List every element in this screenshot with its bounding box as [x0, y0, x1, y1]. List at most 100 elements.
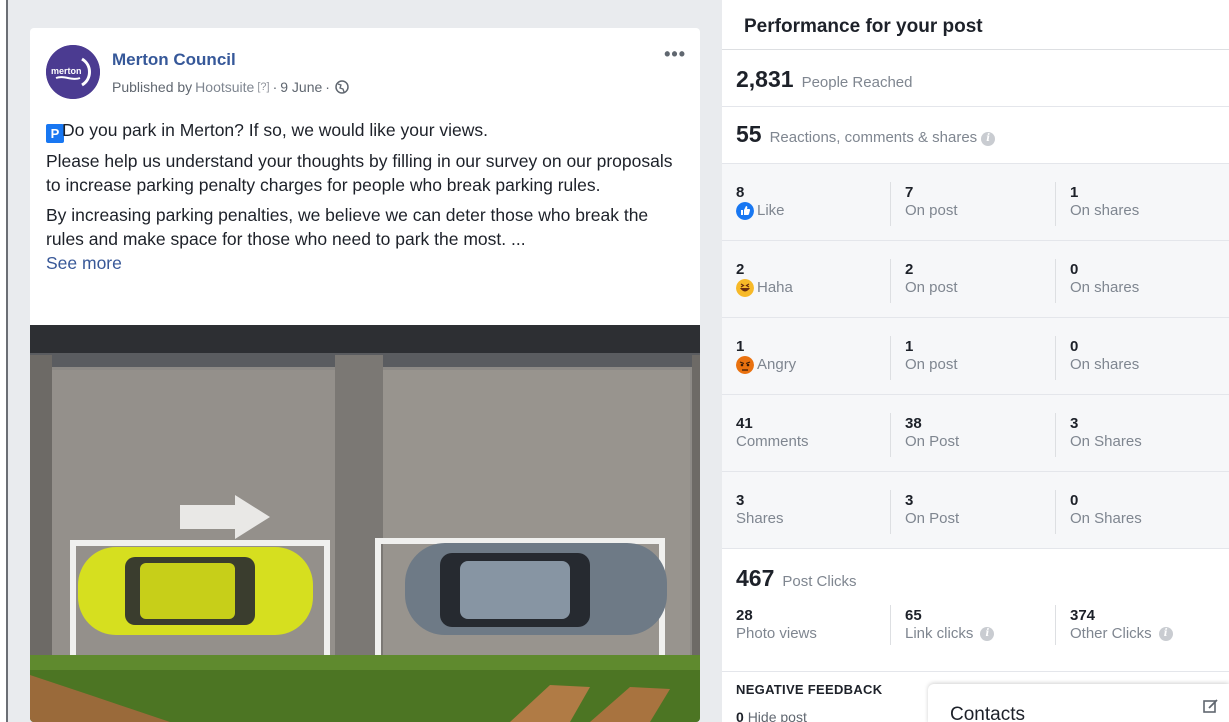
info-icon[interactable]: i: [1158, 626, 1173, 641]
breakdown-total-value: 2: [736, 261, 745, 278]
on-post-value: 1: [905, 338, 914, 355]
on-shares-value: 1: [1070, 184, 1079, 201]
contacts-title: Contacts: [950, 704, 1025, 722]
breakdown-row-haha: 2 Haha 2 On post 0 On shares: [722, 241, 1229, 318]
engagement-row: 55 Reactions, comments & shares i: [722, 107, 1229, 164]
reaction-label: Angry: [757, 356, 797, 373]
on-shares-value: 3: [1070, 415, 1079, 432]
people-reached-row: 2,831 People Reached: [722, 50, 1229, 107]
on-post-value: 3: [905, 492, 914, 509]
breakdown-row-shares: 3 Shares 3 On Post 0 On Shares: [722, 472, 1229, 549]
on-post-label: On Post: [905, 433, 960, 450]
breakdown-total-value: 8: [736, 184, 745, 201]
breakdown-total: 2 Haha: [722, 241, 890, 317]
other-clicks-value: 374: [1070, 607, 1096, 624]
post-clicks-row: 467 Post Clicks: [722, 549, 1229, 601]
like-icon: [736, 201, 754, 220]
post-paragraph-text: By increasing parking penalties, we beli…: [46, 205, 649, 249]
on-shares-value: 0: [1070, 492, 1079, 509]
breakdown-total: 3 Shares: [722, 472, 890, 548]
breakdown-total-value: 1: [736, 338, 745, 355]
breakdown-row-angry: 1 Angry 1 On post 0 On shares: [722, 318, 1229, 395]
on-post-label: On post: [905, 202, 958, 219]
breakdown-on-post: 38 On Post: [890, 413, 1055, 457]
avatar-text: merton: [51, 66, 82, 76]
on-post-value: 2: [905, 261, 914, 278]
page-avatar[interactable]: merton: [46, 45, 100, 99]
photo-views-label: Photo views: [736, 625, 817, 642]
post-text: P Do you park in Merton? If so, we would …: [46, 118, 686, 275]
info-icon[interactable]: i: [980, 626, 995, 641]
post-header: merton Merton Council Published by Hoots…: [30, 28, 700, 108]
help-marker[interactable]: [?]: [257, 81, 269, 93]
on-post-label: On post: [905, 356, 958, 373]
link-clicks-cell: 65 Link clicks i: [890, 605, 1055, 645]
publisher-link[interactable]: Hootsuite: [195, 79, 254, 95]
other-clicks-label: Other Clicks i: [1070, 624, 1215, 643]
breakdown-total-label: Comments: [736, 433, 809, 450]
on-shares-label: On shares: [1070, 202, 1140, 219]
breakdown-on-post: 7 On post: [890, 182, 1055, 226]
on-shares-label: On shares: [1070, 279, 1140, 296]
link-clicks-label: Link clicks i: [905, 624, 1055, 643]
photo-views-value: 28: [736, 607, 753, 624]
globe-icon: [335, 80, 349, 94]
link-clicks-label-text: Link clicks: [905, 625, 974, 642]
link-clicks-value: 65: [905, 607, 922, 624]
meta-separator: ·: [325, 79, 330, 95]
post-paragraph: P Do you park in Merton? If so, we would …: [46, 118, 686, 143]
breakdown-on-post: 2 On post: [890, 259, 1055, 303]
breakdown-on-shares: 0 On shares: [1055, 259, 1215, 303]
breakdown-total-value: 41: [736, 415, 753, 432]
breakdown-total-label: Angry: [736, 355, 890, 374]
breakdown-total: 41 Comments: [722, 395, 890, 471]
people-reached-value: 2,831: [736, 66, 794, 92]
photo-views-cell: 28 Photo views: [722, 601, 890, 645]
other-clicks-label-text: Other Clicks: [1070, 625, 1152, 642]
contacts-bar[interactable]: Contacts: [928, 684, 1229, 722]
reaction-label: Like: [757, 202, 785, 219]
breakdown-total-label: Like: [736, 201, 890, 220]
post-clicks-label: Post Clicks: [782, 573, 857, 590]
meta-separator: ·: [272, 79, 278, 95]
see-more-link[interactable]: See more: [46, 253, 122, 273]
on-shares-value: 0: [1070, 261, 1079, 278]
on-shares-value: 0: [1070, 338, 1079, 355]
breakdown-on-shares: 3 On Shares: [1055, 413, 1215, 457]
window-left-edge: [0, 0, 8, 722]
on-shares-label: On Shares: [1070, 433, 1142, 450]
post-clicks-section: 467 Post Clicks 28 Photo views 65 Link c…: [722, 549, 1229, 671]
page-name-link[interactable]: Merton Council: [112, 50, 236, 70]
post-card: merton Merton Council Published by Hoots…: [30, 28, 700, 722]
post-clicks-value: 467: [736, 565, 775, 591]
on-post-label: On post: [905, 279, 958, 296]
post-date[interactable]: 9 June: [280, 79, 322, 95]
reaction-label: Haha: [757, 279, 793, 296]
post-paragraph: Please help us understand your thoughts …: [46, 151, 673, 195]
reactions-breakdown: 8 Like 7 On post 1 On shares 2 Haha 2 On…: [722, 164, 1229, 549]
breakdown-row-comments: 41 Comments 38 On Post 3 On Shares: [722, 395, 1229, 472]
breakdown-total-label: Shares: [736, 510, 784, 527]
on-shares-label: On shares: [1070, 356, 1140, 373]
engagement-value: 55: [736, 121, 762, 147]
post-meta: Published by Hootsuite [?] · 9 June ·: [112, 79, 349, 95]
breakdown-on-shares: 1 On shares: [1055, 182, 1215, 226]
published-by-label: Published by: [112, 79, 193, 95]
engagement-label-text: Reactions, comments & shares: [769, 129, 978, 146]
breakdown-on-post: 3 On Post: [890, 490, 1055, 534]
other-clicks-cell: 374 Other Clicks i: [1055, 605, 1215, 645]
breakdown-total-label: Haha: [736, 278, 890, 297]
people-reached-label: People Reached: [801, 74, 913, 91]
new-message-icon[interactable]: [1203, 698, 1219, 714]
angry-icon: [736, 355, 754, 374]
more-options-icon[interactable]: •••: [664, 44, 686, 65]
engagement-label: Reactions, comments & shares i: [770, 129, 996, 146]
on-post-value: 38: [905, 415, 922, 432]
breakdown-total: 8 Like: [722, 164, 890, 240]
breakdown-on-shares: 0 On Shares: [1055, 490, 1215, 534]
breakdown-total: 1 Angry: [722, 318, 890, 394]
post-photo[interactable]: [30, 325, 700, 722]
clicks-breakdown: 28 Photo views 65 Link clicks i 374 Other…: [722, 601, 1229, 645]
info-icon[interactable]: i: [981, 132, 996, 146]
insights-title: Performance for your post: [722, 0, 1229, 50]
